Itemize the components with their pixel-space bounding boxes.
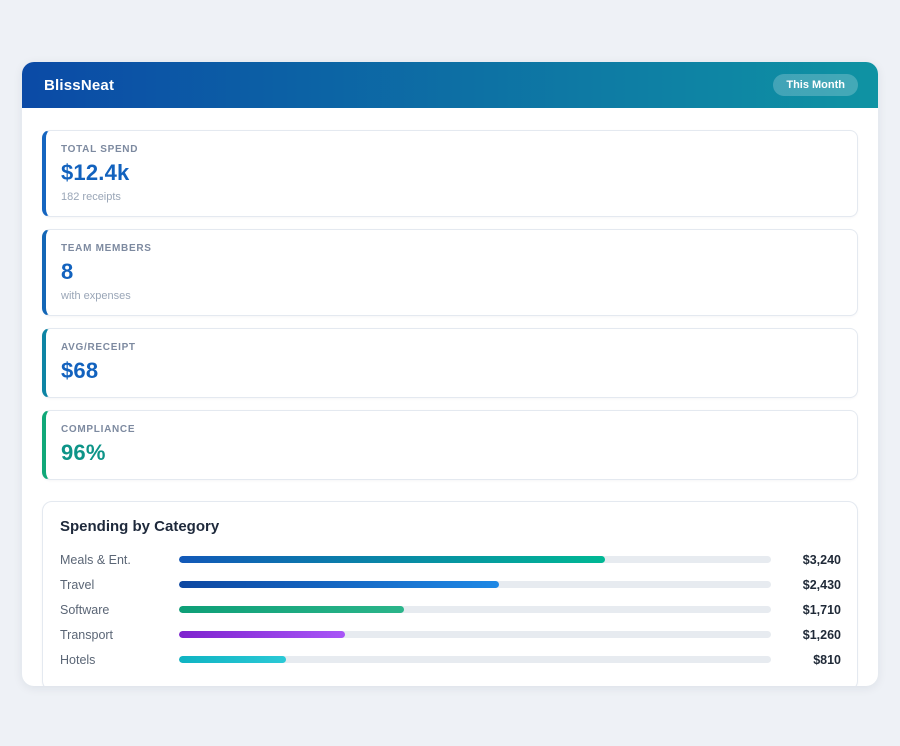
- stat-card-avg-receipt: AVG/RECEIPT $68: [42, 328, 858, 398]
- stat-value: 96%: [61, 440, 841, 466]
- stat-label: COMPLIANCE: [61, 424, 841, 435]
- category-row-travel: Travel $2,430: [60, 572, 841, 597]
- category-value: $3,240: [771, 553, 841, 567]
- category-row-meals: Meals & Ent. $3,240: [60, 547, 841, 572]
- bar-fill: [179, 656, 286, 663]
- stat-card-team-members: TEAM MEMBERS 8 with expenses: [42, 229, 858, 316]
- stat-card-total-spend: TOTAL SPEND $12.4k 182 receipts: [42, 130, 858, 217]
- category-value: $1,710: [771, 603, 841, 617]
- bar-track: [179, 631, 771, 638]
- category-row-transport: Transport $1,260: [60, 622, 841, 647]
- category-label: Software: [60, 603, 179, 617]
- chart-title: Spending by Category: [60, 518, 841, 535]
- bar-fill: [179, 631, 345, 638]
- category-label: Meals & Ent.: [60, 553, 179, 567]
- dashboard-body: TOTAL SPEND $12.4k 182 receipts TEAM MEM…: [22, 108, 878, 686]
- bar-track: [179, 581, 771, 588]
- app-header: BlissNeat This Month: [22, 62, 878, 108]
- stat-label: TEAM MEMBERS: [61, 243, 841, 254]
- month-filter-badge[interactable]: This Month: [773, 74, 858, 96]
- bar-fill: [179, 606, 404, 613]
- category-row-software: Software $1,710: [60, 597, 841, 622]
- bar-track: [179, 656, 771, 663]
- stat-value: 8: [61, 259, 841, 285]
- spending-by-category-card: Spending by Category Meals & Ent. $3,240…: [42, 501, 858, 686]
- app-title: BlissNeat: [44, 77, 114, 94]
- stat-card-compliance: COMPLIANCE 96%: [42, 410, 858, 480]
- stat-label: TOTAL SPEND: [61, 144, 841, 155]
- category-row-hotels: Hotels $810: [60, 647, 841, 672]
- category-value: $2,430: [771, 578, 841, 592]
- stat-value: $12.4k: [61, 160, 841, 186]
- page-background: BlissNeat This Month TOTAL SPEND $12.4k …: [0, 0, 900, 746]
- stat-value: $68: [61, 358, 841, 384]
- category-label: Transport: [60, 628, 179, 642]
- category-value: $1,260: [771, 628, 841, 642]
- bar-track: [179, 606, 771, 613]
- bar-fill: [179, 556, 605, 563]
- bar-track: [179, 556, 771, 563]
- dashboard-card: BlissNeat This Month TOTAL SPEND $12.4k …: [22, 62, 878, 686]
- category-value: $810: [771, 653, 841, 667]
- category-label: Travel: [60, 578, 179, 592]
- stat-subtext: with expenses: [61, 290, 841, 302]
- stat-subtext: 182 receipts: [61, 191, 841, 203]
- bar-fill: [179, 581, 499, 588]
- stat-label: AVG/RECEIPT: [61, 342, 841, 353]
- category-label: Hotels: [60, 653, 179, 667]
